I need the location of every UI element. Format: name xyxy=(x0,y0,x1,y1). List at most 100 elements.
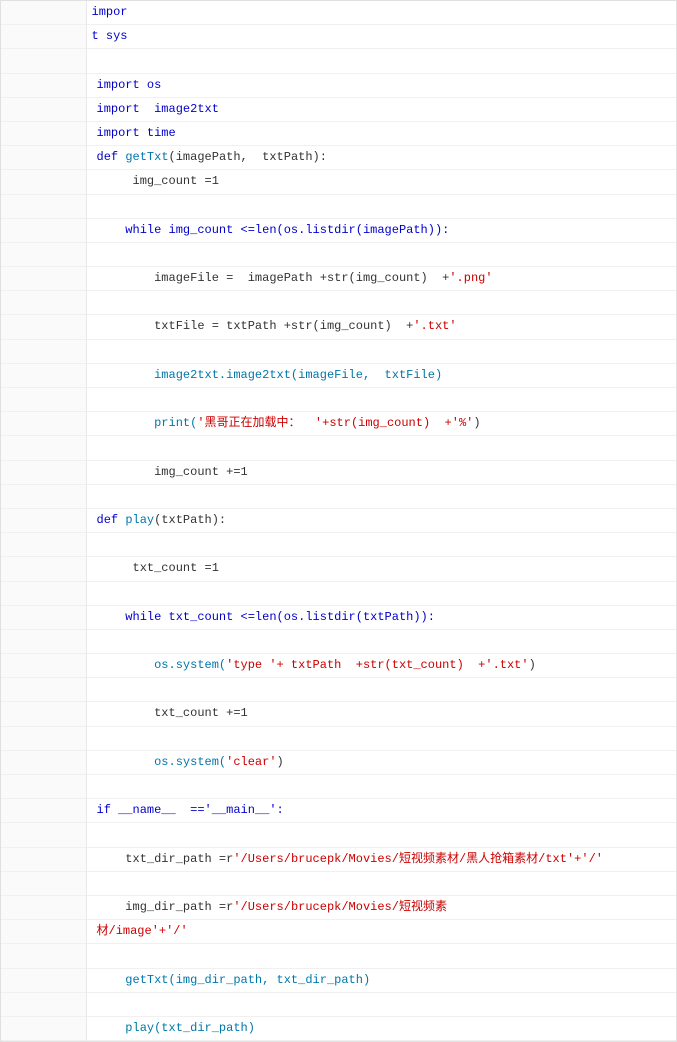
table-row: getTxt(img_dir_path, txt_dir_path) xyxy=(1,968,676,992)
table-row: t sys xyxy=(1,25,676,49)
code-line: 材/image'+'/' xyxy=(86,920,676,944)
table-row xyxy=(1,533,676,557)
table-row: print('黑哥正在加载中： '+str(img_count) +'%') xyxy=(1,412,676,436)
code-line xyxy=(86,291,676,315)
line-number xyxy=(1,242,86,266)
code-line xyxy=(86,49,676,73)
code-line: txtFile = txtPath +str(img_count) +'.txt… xyxy=(86,315,676,339)
line-number xyxy=(1,388,86,412)
line-number xyxy=(1,750,86,774)
table-row xyxy=(1,194,676,218)
table-row xyxy=(1,775,676,799)
line-number xyxy=(1,315,86,339)
table-row xyxy=(1,823,676,847)
code-line xyxy=(86,484,676,508)
code-line xyxy=(86,194,676,218)
table-row xyxy=(1,871,676,895)
code-line xyxy=(86,823,676,847)
code-line: import image2txt xyxy=(86,97,676,121)
table-row: txt_count =1 xyxy=(1,557,676,581)
line-number xyxy=(1,823,86,847)
code-line: if __name__ =='__main__': xyxy=(86,799,676,823)
line-number xyxy=(1,678,86,702)
line-number xyxy=(1,1,86,25)
code-line: os.system('clear') xyxy=(86,750,676,774)
code-line xyxy=(86,436,676,460)
code-line xyxy=(86,678,676,702)
table-row: def getTxt(imagePath, txtPath): xyxy=(1,146,676,170)
code-line: txt_count +=1 xyxy=(86,702,676,726)
table-row: while txt_count <=len(os.listdir(txtPath… xyxy=(1,605,676,629)
line-number xyxy=(1,557,86,581)
code-line xyxy=(86,242,676,266)
line-number xyxy=(1,97,86,121)
line-number xyxy=(1,968,86,992)
line-number xyxy=(1,654,86,678)
line-number xyxy=(1,170,86,194)
line-number xyxy=(1,920,86,944)
table-row xyxy=(1,992,676,1016)
table-row: if __name__ =='__main__': xyxy=(1,799,676,823)
code-line: img_dir_path =r'/Users/brucepk/Movies/短视… xyxy=(86,895,676,919)
line-number xyxy=(1,847,86,871)
line-number xyxy=(1,605,86,629)
code-line xyxy=(86,533,676,557)
code-line: impor xyxy=(86,1,676,25)
table-row: import time xyxy=(1,121,676,145)
code-line xyxy=(86,581,676,605)
line-number xyxy=(1,775,86,799)
table-row xyxy=(1,436,676,460)
line-number xyxy=(1,702,86,726)
table-row: os.system('clear') xyxy=(1,750,676,774)
line-number xyxy=(1,121,86,145)
line-number xyxy=(1,291,86,315)
code-line xyxy=(86,871,676,895)
code-line: img_count =1 xyxy=(86,170,676,194)
code-line: def play(txtPath): xyxy=(86,508,676,532)
line-number xyxy=(1,533,86,557)
code-line xyxy=(86,726,676,750)
table-row: image2txt.image2txt(imageFile, txtFile) xyxy=(1,363,676,387)
code-line xyxy=(86,775,676,799)
line-number xyxy=(1,508,86,532)
code-line: import time xyxy=(86,121,676,145)
code-line xyxy=(86,992,676,1016)
table-row: os.system('type '+ txtPath +str(txt_coun… xyxy=(1,654,676,678)
table-row: import os xyxy=(1,73,676,97)
code-line: def getTxt(imagePath, txtPath): xyxy=(86,146,676,170)
table-row: img_count +=1 xyxy=(1,460,676,484)
table-row: play(txt_dir_path) xyxy=(1,1016,676,1040)
code-line xyxy=(86,388,676,412)
line-number xyxy=(1,944,86,968)
line-number xyxy=(1,436,86,460)
line-number xyxy=(1,460,86,484)
line-number xyxy=(1,73,86,97)
table-row: img_count =1 xyxy=(1,170,676,194)
line-number xyxy=(1,629,86,653)
table-row xyxy=(1,388,676,412)
line-number xyxy=(1,339,86,363)
table-row: txt_dir_path =r'/Users/brucepk/Movies/短视… xyxy=(1,847,676,871)
table-row xyxy=(1,581,676,605)
line-number xyxy=(1,992,86,1016)
code-line: txt_count =1 xyxy=(86,557,676,581)
table-row: txt_count +=1 xyxy=(1,702,676,726)
line-number xyxy=(1,581,86,605)
table-row xyxy=(1,678,676,702)
code-table: import sys import osimport image2txtimpo… xyxy=(1,1,676,1041)
line-number xyxy=(1,146,86,170)
line-number xyxy=(1,194,86,218)
table-row: def play(txtPath): xyxy=(1,508,676,532)
table-row: while img_count <=len(os.listdir(imagePa… xyxy=(1,218,676,242)
table-row: 材/image'+'/' xyxy=(1,920,676,944)
table-row xyxy=(1,629,676,653)
code-line: getTxt(img_dir_path, txt_dir_path) xyxy=(86,968,676,992)
line-number xyxy=(1,484,86,508)
table-row: impor xyxy=(1,1,676,25)
table-row xyxy=(1,484,676,508)
line-number xyxy=(1,267,86,291)
line-number xyxy=(1,218,86,242)
code-line: import os xyxy=(86,73,676,97)
line-number xyxy=(1,895,86,919)
table-row xyxy=(1,291,676,315)
